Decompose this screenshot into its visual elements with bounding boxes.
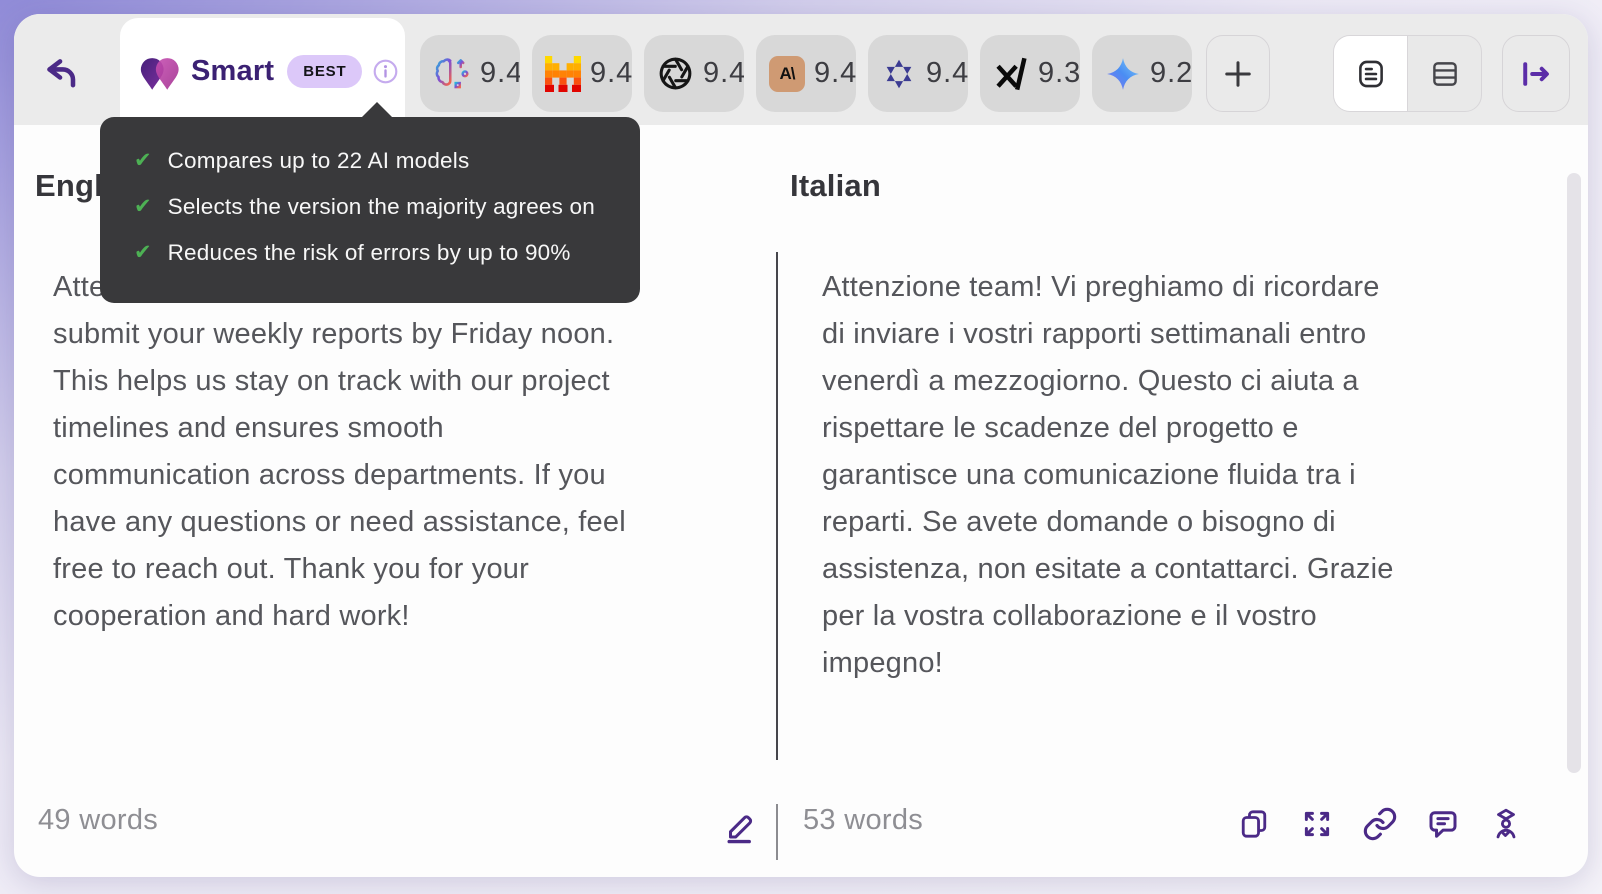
mistral-icon (545, 55, 581, 92)
source-text: Attention team! Please remember to submi… (53, 271, 626, 632)
qwen-icon (881, 56, 917, 92)
tooltip-row: ✔ Compares up to 22 AI models (134, 145, 606, 176)
best-badge: BEST (287, 55, 363, 88)
table-view-icon (1428, 57, 1462, 91)
copy-button[interactable] (1236, 806, 1272, 842)
target-language-title: Italian (790, 168, 881, 203)
source-word-count: 49 words (38, 804, 159, 836)
model-score: 9.4 (590, 57, 632, 89)
expand-button[interactable] (1299, 806, 1335, 842)
tab-model-multi-ai[interactable]: 9.4 (420, 35, 520, 112)
tooltip-text: Selects the version the majority agrees … (167, 194, 595, 219)
model-score: 9.4 (814, 57, 856, 89)
model-tab-strip: 9.4 9.4 9.4 A\ 9.4 9.4 9.3 9.2 (420, 35, 1192, 112)
xai-grok-icon (993, 56, 1029, 92)
link-icon (1362, 806, 1398, 842)
comment-button[interactable] (1425, 806, 1461, 842)
expert-review-icon (1488, 806, 1524, 842)
back-button[interactable] (36, 51, 82, 97)
model-score: 9.4 (926, 57, 968, 89)
comment-icon (1425, 806, 1461, 842)
edit-source-button[interactable] (717, 804, 763, 850)
target-word-count: 53 words (803, 804, 924, 836)
plus-icon (1220, 56, 1256, 92)
toolbar: Smart BEST 9.4 9.4 9.4 A\ 9.4 9.4 9.3 9.… (14, 14, 1588, 125)
add-model-button[interactable] (1206, 35, 1270, 112)
anthropic-icon: A\ (769, 55, 805, 92)
tab-model-anthropic[interactable]: A\ 9.4 (756, 35, 856, 112)
openai-icon (657, 55, 694, 92)
gemini-icon (1105, 56, 1141, 92)
tooltip-row: ✔ Reduces the risk of errors by up to 90… (134, 237, 606, 268)
model-score: 9.3 (1038, 57, 1080, 89)
tooltip-text: Compares up to 22 AI models (167, 148, 470, 173)
export-arrow-icon (1517, 55, 1555, 93)
check-icon: ✔ (134, 194, 152, 218)
expert-review-button[interactable] (1488, 806, 1524, 842)
smart-info-tooltip: ✔ Compares up to 22 AI models ✔ Selects … (100, 102, 640, 303)
tooltip-row: ✔ Selects the version the majority agree… (134, 191, 606, 222)
tab-model-qwen[interactable]: 9.4 (868, 35, 968, 112)
table-view-button[interactable] (1407, 36, 1481, 111)
smart-tab-label: Smart (191, 55, 275, 87)
copy-icon (1237, 807, 1271, 841)
info-icon[interactable] (372, 58, 399, 85)
tab-model-gemini[interactable]: 9.2 (1092, 35, 1192, 112)
translation-window: Smart BEST 9.4 9.4 9.4 A\ 9.4 9.4 9.3 9.… (14, 14, 1588, 877)
card-view-icon (1354, 57, 1388, 91)
check-icon: ✔ (134, 148, 152, 172)
back-arrow-icon (38, 53, 80, 95)
tooltip-text: Reduces the risk of errors by up to 90% (167, 240, 571, 265)
card-view-button[interactable] (1334, 36, 1407, 111)
target-actions (1236, 806, 1524, 842)
check-icon: ✔ (134, 240, 152, 264)
pencil-icon (721, 808, 759, 846)
tab-model-xai[interactable]: 9.3 (980, 35, 1080, 112)
model-score: 9.4 (703, 57, 744, 89)
scrollbar-thumb[interactable] (1567, 173, 1581, 773)
view-mode-toggle (1333, 35, 1482, 112)
tab-model-openai[interactable]: 9.4 (644, 35, 744, 112)
column-divider (776, 252, 778, 760)
model-score: 9.4 (480, 57, 520, 89)
model-score: 9.2 (1150, 57, 1192, 89)
footer-divider (776, 804, 778, 860)
ai-brain-icon (433, 55, 471, 93)
target-text: Attenzione team! Vi preghiamo di ricorda… (822, 271, 1394, 679)
smart-logo-icon (137, 50, 181, 94)
tab-model-mistral[interactable]: 9.4 (532, 35, 632, 112)
expand-icon (1300, 807, 1334, 841)
link-button[interactable] (1362, 806, 1398, 842)
export-button[interactable] (1502, 35, 1570, 112)
